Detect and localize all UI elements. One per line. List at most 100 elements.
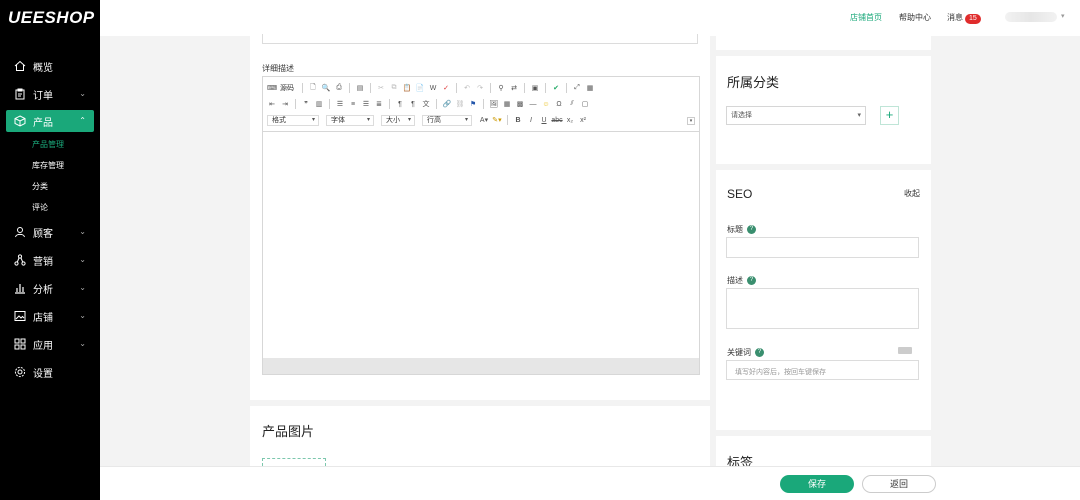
- flash-icon[interactable]: ▩: [515, 99, 525, 109]
- seo-keywords-input[interactable]: 填写好内容后，按回车键保存: [726, 360, 919, 380]
- keywords-toggle-icon[interactable]: [898, 347, 912, 354]
- align-right-icon[interactable]: ☰: [361, 99, 371, 109]
- language-icon[interactable]: 文: [421, 99, 431, 109]
- seo-title: SEO: [727, 187, 753, 201]
- undo-icon[interactable]: ↶: [462, 83, 472, 93]
- anchor-icon[interactable]: ⚑: [468, 99, 478, 109]
- outdent-icon[interactable]: ⇤: [267, 99, 277, 109]
- sidebar-item-marketing[interactable]: 营销 ⌄: [0, 246, 100, 274]
- strikethrough-icon[interactable]: abc: [551, 115, 562, 125]
- sidebar-sub-inventory[interactable]: 库存管理: [0, 155, 100, 176]
- right-top-card: [716, 36, 931, 50]
- underline-icon[interactable]: U: [539, 115, 549, 125]
- sidebar-item-analytics[interactable]: 分析 ⌄: [0, 274, 100, 302]
- back-button[interactable]: 返回: [862, 475, 936, 493]
- rtl-icon[interactable]: ¶: [408, 99, 418, 109]
- sidebar-item-overview[interactable]: 概览: [0, 52, 100, 80]
- ltr-icon[interactable]: ¶: [395, 99, 405, 109]
- sidebar-item-products[interactable]: 产品 ⌃: [6, 110, 94, 132]
- sidebar-item-customers[interactable]: 顾客 ⌄: [0, 218, 100, 246]
- copy-icon[interactable]: ⧉: [389, 83, 399, 93]
- bold-icon[interactable]: B: [513, 115, 523, 125]
- image-upload-box[interactable]: [262, 458, 326, 466]
- paste-word-icon[interactable]: W: [428, 83, 438, 93]
- table-icon[interactable]: ▦: [502, 99, 512, 109]
- spellcheck-icon[interactable]: ✓: [441, 83, 451, 93]
- unlink-icon[interactable]: ⛓: [455, 99, 465, 109]
- previous-field[interactable]: [262, 34, 698, 44]
- template-icon[interactable]: ▤: [355, 83, 365, 93]
- sidebar-item-settings[interactable]: 设置: [0, 358, 100, 386]
- link-icon[interactable]: 🔗: [442, 99, 452, 109]
- special-char-icon[interactable]: Ω: [554, 99, 564, 109]
- chevron-down-icon: ⌄: [79, 339, 86, 348]
- italic-icon[interactable]: I: [526, 115, 536, 125]
- source-button-label[interactable]: 源码: [280, 83, 294, 93]
- sidebar-item-store[interactable]: 店铺 ⌄: [0, 302, 100, 330]
- image-insert-icon[interactable]: 🖼: [489, 99, 499, 109]
- action-bar: 保存 返回: [100, 466, 1080, 500]
- paste-text-icon[interactable]: 📄: [415, 83, 425, 93]
- smiley-icon[interactable]: ☺: [541, 99, 551, 109]
- add-category-button[interactable]: +: [880, 106, 899, 125]
- line-height-select[interactable]: 行高: [422, 114, 472, 126]
- help-icon[interactable]: ?: [755, 348, 764, 358]
- align-left-icon[interactable]: ☰: [335, 99, 345, 109]
- messages-link[interactable]: 消息 15: [947, 12, 981, 24]
- seo-desc-label: 描述?: [727, 275, 756, 286]
- seo-title-input[interactable]: [726, 237, 919, 258]
- align-justify-icon[interactable]: ≣: [374, 99, 384, 109]
- seo-desc-textarea[interactable]: [726, 288, 919, 329]
- category-select[interactable]: 请选择 ▾: [726, 106, 866, 125]
- iframe-icon[interactable]: ▢: [580, 99, 590, 109]
- align-center-icon[interactable]: ≡: [348, 99, 358, 109]
- source-icon[interactable]: ⌨: [267, 83, 277, 93]
- maximize-icon[interactable]: ⤢: [572, 83, 582, 93]
- bar-chart-icon: [15, 284, 25, 294]
- preview-icon[interactable]: 🔍: [321, 83, 331, 93]
- help-icon[interactable]: ?: [747, 276, 756, 286]
- text-color-icon[interactable]: A▾: [479, 115, 489, 125]
- tags-card: 标签: [716, 436, 931, 470]
- help-icon[interactable]: ?: [747, 225, 756, 235]
- clipboard-icon: [15, 88, 25, 100]
- horizontal-rule-icon[interactable]: ―: [528, 99, 538, 109]
- seo-title-label-text: 标题: [727, 225, 743, 234]
- show-blocks-icon[interactable]: ▦: [585, 83, 595, 93]
- sidebar-sub-product-management[interactable]: 产品管理: [0, 134, 100, 155]
- logo: UEESHOP: [8, 8, 95, 27]
- collapse-toolbar-icon[interactable]: ▾: [687, 117, 695, 125]
- topbar: 店铺首页 帮助中心 消息 15 ▾: [100, 0, 1080, 36]
- indent-icon[interactable]: ⇥: [280, 99, 290, 109]
- div-container-icon[interactable]: ▥: [314, 99, 324, 109]
- subscript-icon[interactable]: x₂: [565, 115, 575, 125]
- paste-icon[interactable]: 📋: [402, 83, 412, 93]
- format-select[interactable]: 格式: [267, 114, 319, 126]
- blockquote-icon[interactable]: ❞: [301, 99, 311, 109]
- page-break-icon[interactable]: ⫽: [567, 99, 577, 109]
- cut-icon[interactable]: ✂: [376, 83, 386, 93]
- editor-toolbar-row-1: ⌨ 源码 🗋 🔍 ⎙ ▤ ✂ ⧉ 📋 📄 W ✓ ↶ ↷ ⚲ ⇄ ▣ ✔ ⤢ ▦: [267, 81, 595, 95]
- store-home-link[interactable]: 店铺首页: [850, 12, 882, 23]
- find-icon[interactable]: ⚲: [496, 83, 506, 93]
- font-select[interactable]: 字体: [326, 114, 374, 126]
- help-center-link[interactable]: 帮助中心: [899, 12, 931, 23]
- chevron-down-icon[interactable]: ▾: [1061, 12, 1065, 20]
- new-page-icon[interactable]: 🗋: [308, 83, 318, 93]
- bg-color-icon[interactable]: ✎▾: [492, 115, 502, 125]
- save-button[interactable]: 保存: [780, 475, 854, 493]
- print-icon[interactable]: ⎙: [334, 83, 344, 93]
- editor-content-area[interactable]: [263, 131, 699, 359]
- select-all-icon[interactable]: ▣: [530, 83, 540, 93]
- sidebar-item-apps[interactable]: 应用 ⌄: [0, 330, 100, 358]
- redo-icon[interactable]: ↷: [475, 83, 485, 93]
- sidebar-sub-reviews[interactable]: 评论: [0, 197, 100, 218]
- seo-collapse-link[interactable]: 收起: [904, 188, 920, 199]
- avatar[interactable]: [1005, 12, 1057, 22]
- replace-icon[interactable]: ⇄: [509, 83, 519, 93]
- sidebar-item-orders[interactable]: 订单 ⌄: [0, 80, 100, 108]
- sidebar-sub-category[interactable]: 分类: [0, 176, 100, 197]
- superscript-icon[interactable]: x²: [578, 115, 588, 125]
- check-spelling-icon[interactable]: ✔: [551, 83, 561, 93]
- size-select[interactable]: 大小: [381, 114, 415, 126]
